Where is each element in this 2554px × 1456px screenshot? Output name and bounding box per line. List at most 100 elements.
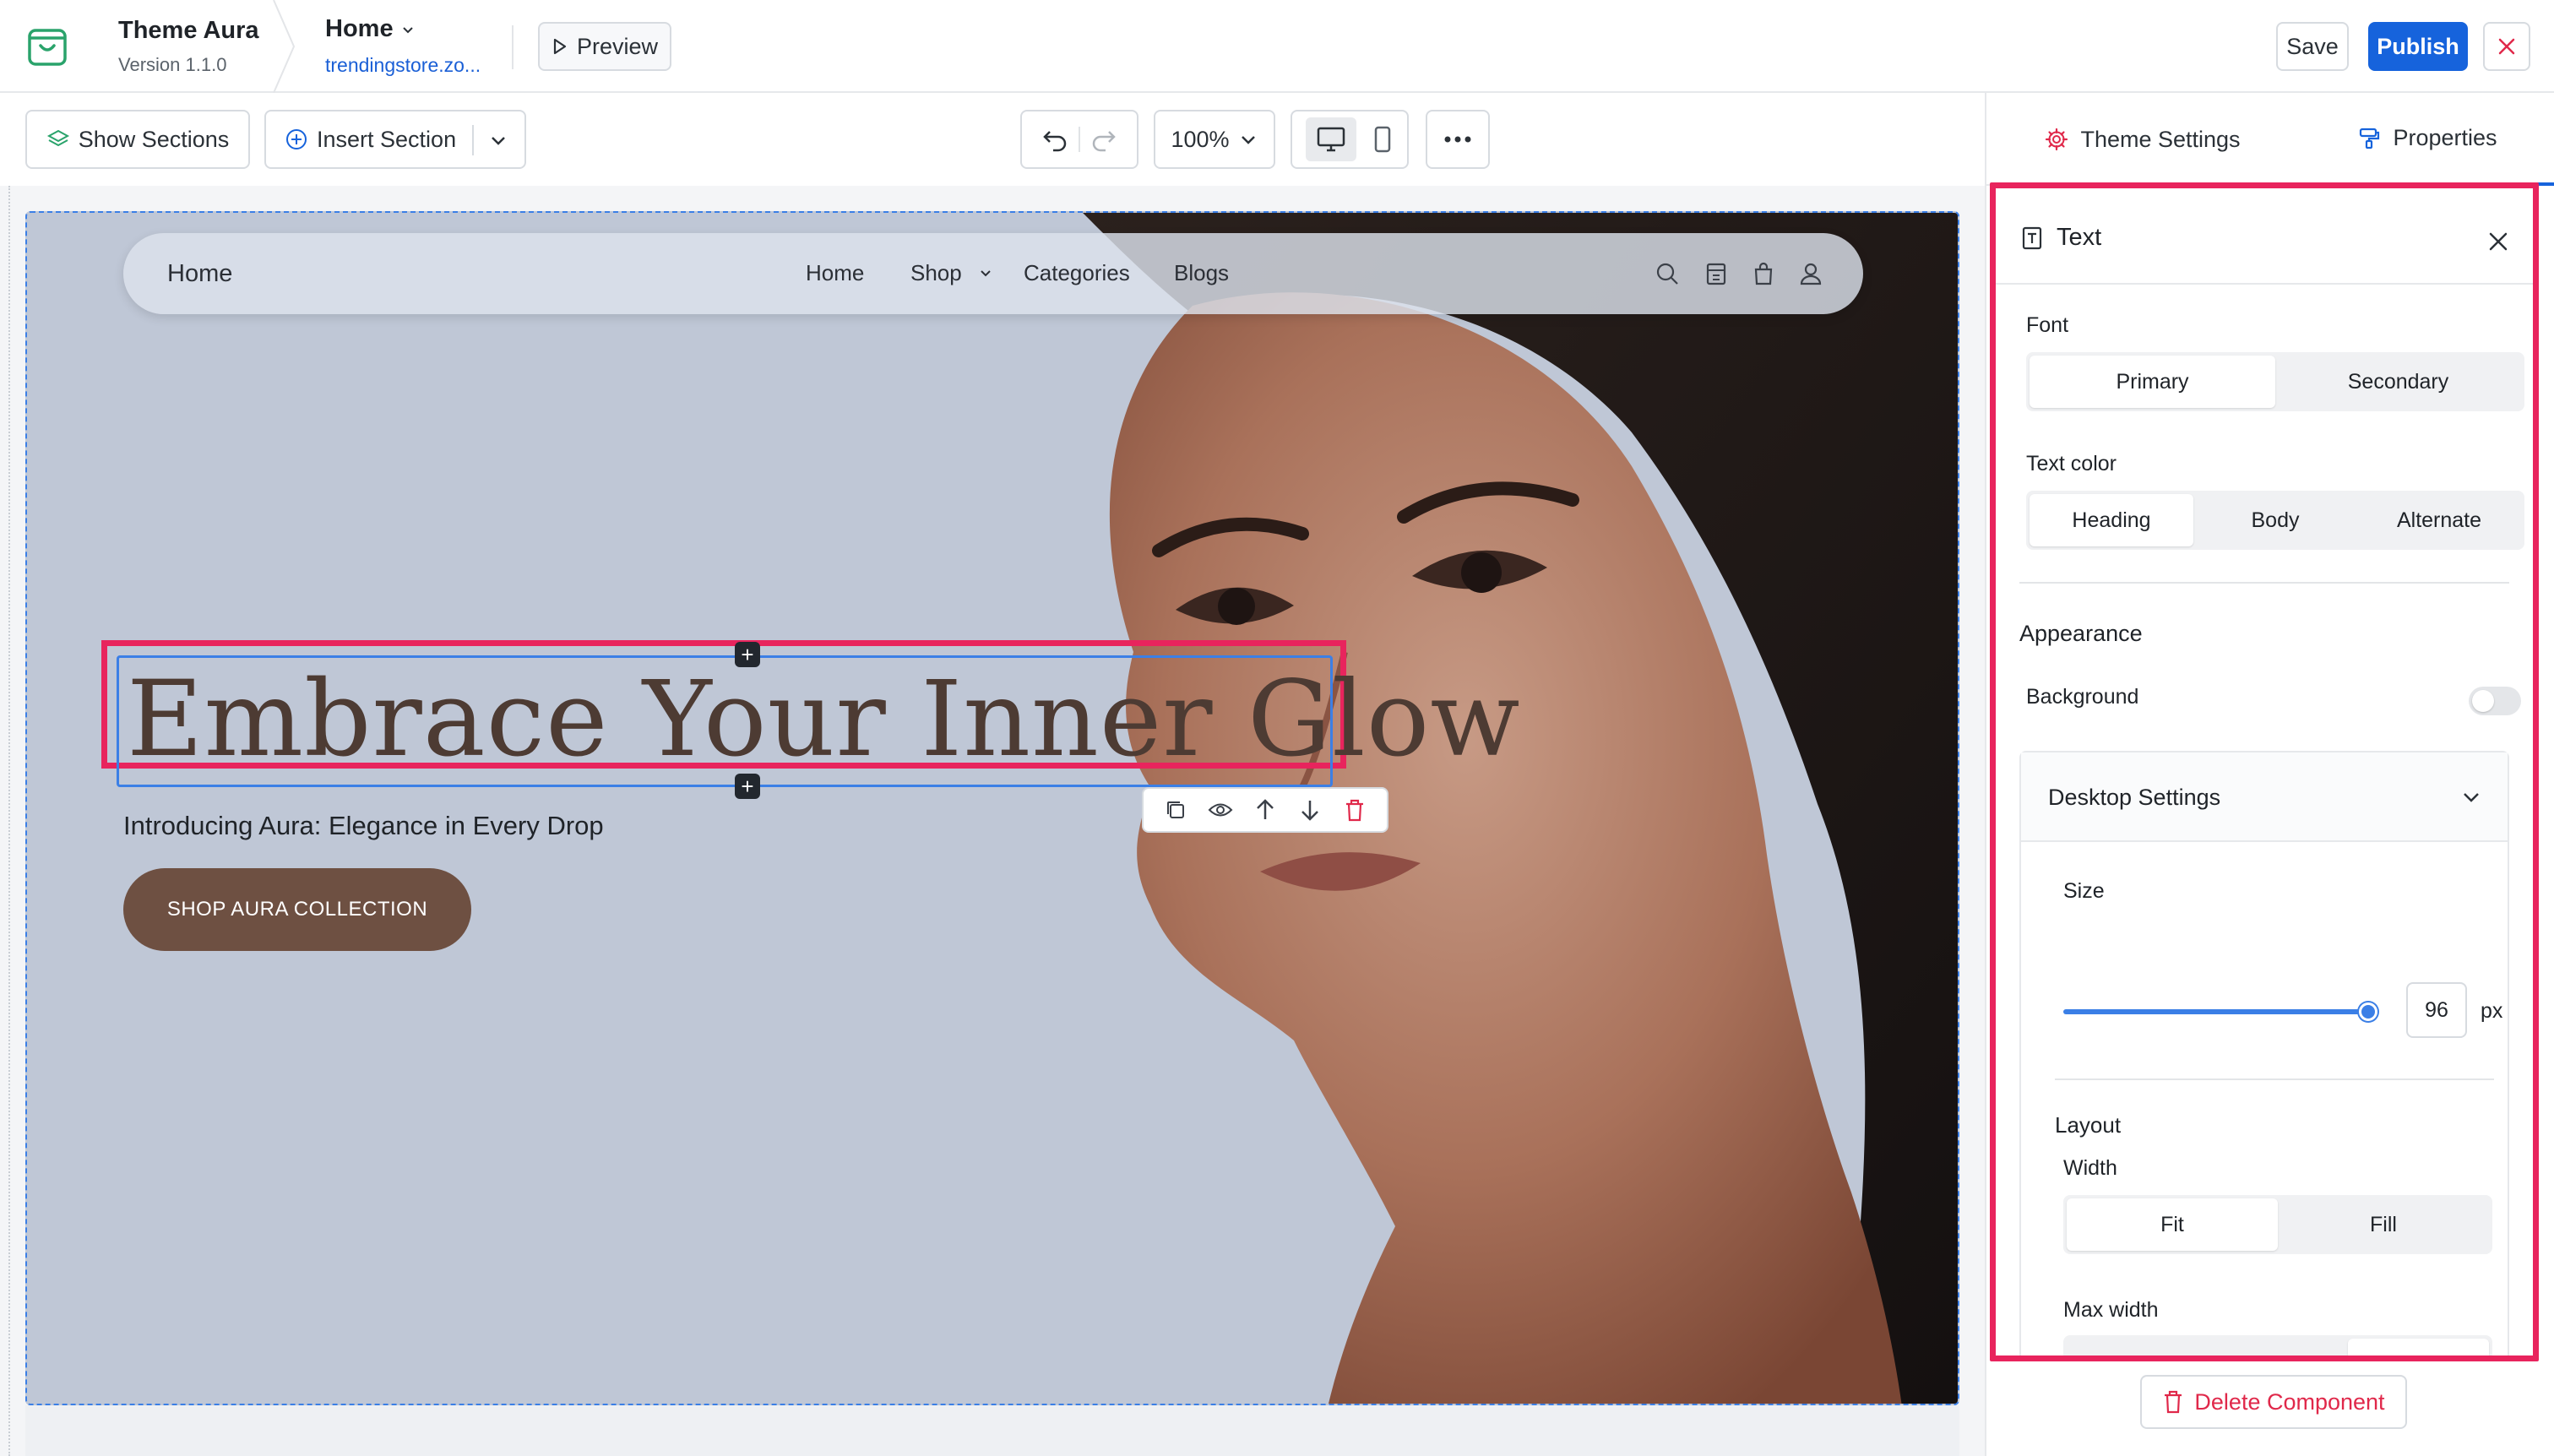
tab-properties[interactable]: Properties bbox=[2299, 93, 2554, 186]
arrow-up-icon[interactable] bbox=[1252, 796, 1279, 823]
width-segmented-control: Fit Fill bbox=[2063, 1195, 2492, 1254]
hero-portrait-image bbox=[1083, 213, 1958, 1404]
preview-button[interactable]: Preview bbox=[538, 22, 671, 71]
width-option-fit[interactable]: Fit bbox=[2067, 1198, 2278, 1251]
close-editor-button[interactable] bbox=[2483, 22, 2530, 71]
font-option-secondary[interactable]: Secondary bbox=[2275, 356, 2521, 408]
arrow-down-icon[interactable] bbox=[1296, 796, 1323, 823]
delete-component-label: Delete Component bbox=[2194, 1388, 2385, 1415]
insert-section-button[interactable]: Insert Section bbox=[264, 110, 526, 169]
top-header: Theme Aura Version 1.1.0 Home trendingst… bbox=[0, 0, 2554, 93]
editor-toolbar: Show Sections Insert Section 100% bbox=[0, 93, 1985, 186]
publish-button[interactable]: Publish bbox=[2368, 22, 2468, 71]
nav-link-shop[interactable]: Shop bbox=[910, 260, 962, 286]
chevron-down-icon bbox=[981, 270, 991, 277]
trash-icon bbox=[2165, 1390, 2182, 1414]
store-url-link[interactable]: trendingstore.zo... bbox=[325, 54, 481, 77]
panel-tabs: Theme Settings Properties bbox=[1986, 93, 2554, 186]
play-icon bbox=[553, 38, 567, 55]
page-selector[interactable]: Home bbox=[325, 15, 394, 43]
width-label: Width bbox=[2063, 1156, 2117, 1180]
hero-headline[interactable]: Embrace Your Inner Glow bbox=[127, 659, 1521, 780]
font-option-primary[interactable]: Primary bbox=[2030, 356, 2275, 408]
plus-circle-icon bbox=[286, 129, 307, 149]
appearance-label: Appearance bbox=[2019, 621, 2143, 646]
properties-panel: Text Font Primary Secondary Text color H… bbox=[1990, 182, 2539, 1361]
divider bbox=[2055, 1078, 2494, 1080]
nav-link-blogs[interactable]: Blogs bbox=[1174, 260, 1229, 286]
canvas-ruler bbox=[0, 186, 10, 1456]
size-slider-handle[interactable] bbox=[2359, 1002, 2377, 1021]
more-options-button[interactable] bbox=[1426, 110, 1490, 169]
text-color-option-alternate[interactable]: Alternate bbox=[2357, 494, 2521, 546]
zoom-label: 100% bbox=[1171, 126, 1230, 152]
component-toolbar bbox=[1142, 787, 1388, 833]
nav-link-home[interactable]: Home bbox=[806, 260, 864, 286]
more-icon bbox=[1444, 136, 1471, 143]
tab-theme-settings-label: Theme Settings bbox=[2080, 126, 2241, 152]
desktop-settings-label: Desktop Settings bbox=[2048, 785, 2221, 810]
background-toggle[interactable] bbox=[2469, 687, 2521, 715]
max-width-option-normal[interactable]: Normal bbox=[2208, 1339, 2349, 1356]
max-width-option-narrow[interactable]: Narrow bbox=[2067, 1339, 2208, 1356]
chevron-down-icon bbox=[1241, 136, 1255, 144]
store-navbar: Home Home Shop Categories Blogs bbox=[123, 233, 1863, 314]
close-icon[interactable] bbox=[2486, 229, 2511, 254]
show-sections-button[interactable]: Show Sections bbox=[25, 110, 250, 169]
desktop-settings-header[interactable]: Desktop Settings bbox=[2021, 752, 2508, 842]
device-toggle bbox=[1291, 110, 1409, 169]
chevron-down-icon[interactable] bbox=[488, 130, 508, 150]
divider bbox=[512, 25, 514, 69]
max-width-label: Max width bbox=[2063, 1298, 2159, 1322]
save-button[interactable]: Save bbox=[2276, 22, 2349, 71]
mobile-icon[interactable] bbox=[1372, 125, 1394, 154]
chevron-down-icon bbox=[2464, 793, 2479, 802]
show-sections-label: Show Sections bbox=[78, 126, 230, 152]
size-slider-track[interactable] bbox=[2063, 1009, 2367, 1014]
chevron-down-icon[interactable] bbox=[400, 22, 416, 37]
trash-icon[interactable] bbox=[1341, 796, 1368, 823]
font-label: Font bbox=[2026, 313, 2069, 337]
size-unit: px bbox=[2481, 999, 2503, 1023]
close-icon bbox=[2498, 38, 2515, 55]
properties-header: Text bbox=[1996, 188, 2533, 285]
shopping-bag-logo-icon[interactable] bbox=[25, 24, 69, 68]
tab-properties-label: Properties bbox=[2393, 124, 2497, 150]
tab-theme-settings[interactable]: Theme Settings bbox=[1986, 93, 2299, 186]
size-input[interactable]: 96 bbox=[2406, 982, 2467, 1038]
desktop-icon bbox=[1317, 127, 1345, 152]
nav-link-categories[interactable]: Categories bbox=[1024, 260, 1130, 286]
hero-section[interactable]: Home Home Shop Categories Blogs Embrace … bbox=[25, 211, 1959, 1405]
search-icon[interactable] bbox=[1654, 260, 1681, 287]
max-width-option-none[interactable]: None bbox=[2348, 1339, 2490, 1355]
store-brand[interactable]: Home bbox=[167, 260, 232, 288]
desktop-settings-body: Size 96 px Layout Width Fit Fill Max wid… bbox=[2021, 842, 2508, 1356]
hero-subheading[interactable]: Introducing Aura: Elegance in Every Drop bbox=[123, 811, 604, 841]
text-color-option-heading[interactable]: Heading bbox=[2030, 494, 2193, 546]
delete-component-button[interactable]: Delete Component bbox=[2140, 1375, 2407, 1429]
settings-panel: Theme Settings Properties Text Font Prim… bbox=[1985, 93, 2554, 1456]
layers-icon bbox=[46, 129, 69, 147]
text-color-label: Text color bbox=[2026, 452, 2117, 475]
calendar-icon[interactable] bbox=[1703, 260, 1730, 287]
redo-icon[interactable] bbox=[1089, 125, 1117, 154]
divider bbox=[1079, 127, 1080, 152]
width-option-fill[interactable]: Fill bbox=[2278, 1198, 2489, 1251]
desktop-view-button[interactable] bbox=[1306, 117, 1356, 161]
add-below-handle[interactable]: + bbox=[735, 774, 760, 799]
copy-icon[interactable] bbox=[1162, 796, 1189, 823]
shop-collection-button[interactable]: SHOP AURA COLLECTION bbox=[123, 868, 471, 951]
bag-icon[interactable] bbox=[1750, 260, 1777, 287]
user-icon[interactable] bbox=[1797, 260, 1824, 287]
undo-icon[interactable] bbox=[1041, 125, 1070, 154]
eye-icon[interactable] bbox=[1207, 796, 1234, 823]
size-label: Size bbox=[2063, 879, 2105, 903]
zoom-select[interactable]: 100% bbox=[1154, 110, 1275, 169]
font-segmented-control: Primary Secondary bbox=[2026, 352, 2524, 411]
component-title: Text bbox=[2057, 224, 2102, 251]
add-above-handle[interactable]: + bbox=[735, 642, 760, 667]
text-color-option-body[interactable]: Body bbox=[2193, 494, 2357, 546]
breadcrumb-separator bbox=[273, 0, 296, 93]
background-label: Background bbox=[2026, 685, 2139, 709]
editor-canvas: Home Home Shop Categories Blogs Embrace … bbox=[0, 186, 1985, 1456]
